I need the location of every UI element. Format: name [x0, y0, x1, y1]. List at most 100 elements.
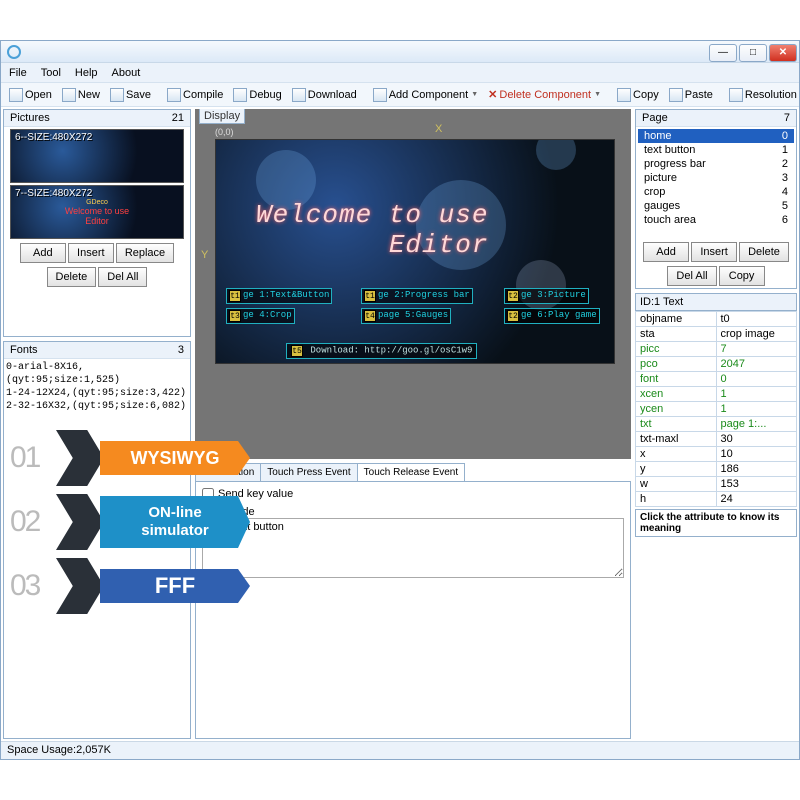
y-ruler: Y [201, 249, 208, 261]
feature-label: ON-linesimulator [100, 496, 250, 548]
page-item[interactable]: gauges5 [638, 199, 794, 213]
attribute-table[interactable]: objnamet0stacrop imagepicc7pco2047font0x… [635, 311, 797, 507]
font-item[interactable]: 0-arial-8X16,(qyt:95;size:1,525) [6, 361, 188, 387]
send-key-checkbox[interactable]: Send key value [202, 488, 624, 500]
menu-tool[interactable]: Tool [41, 67, 61, 79]
thumb-text: Editor [85, 216, 109, 226]
feature-number: 02 [10, 505, 62, 539]
page-list[interactable]: home0text button1progress bar2picture3cr… [636, 127, 796, 240]
debug-icon [233, 88, 247, 102]
paste-button[interactable]: Paste [665, 87, 717, 103]
new-button[interactable]: New [58, 87, 104, 103]
page-copy-button[interactable]: Copy [719, 266, 765, 286]
pictures-panel: Pictures21 6--SIZE:480X272 7--SIZE:480X2… [3, 109, 191, 337]
window-buttons: — □ ✕ [709, 42, 799, 62]
attribute-header: ID:1 Text [635, 293, 797, 311]
canvas-page-button[interactable]: t1ge 1:Text&Button [226, 288, 332, 304]
titlebar: — □ ✕ [1, 41, 799, 63]
resolution-button[interactable]: Resolution [725, 87, 799, 103]
close-button[interactable]: ✕ [769, 44, 797, 62]
add-component-button[interactable]: Add Component▼ [369, 87, 482, 103]
page-item[interactable]: crop4 [638, 185, 794, 199]
menu-about[interactable]: About [112, 67, 141, 79]
canvas-page-button[interactable]: t2ge 3:Picture [504, 288, 589, 304]
feature-label: FFF [100, 569, 250, 603]
pic-add-button[interactable]: Add [20, 243, 66, 263]
page-add-button[interactable]: Add [643, 242, 689, 262]
page-delete-button[interactable]: Delete [739, 242, 789, 262]
picture-thumb-7[interactable]: 7--SIZE:480X272 GDeco Welcome to use Edi… [10, 185, 184, 239]
delete-icon: ✕ [488, 88, 497, 101]
component-tag: t2 [507, 290, 519, 302]
page-count: 7 [784, 112, 790, 124]
attr-row[interactable]: picc7 [636, 342, 797, 357]
attr-row[interactable]: h24 [636, 492, 797, 507]
resolution-icon [729, 88, 743, 102]
page-insert-button[interactable]: Insert [691, 242, 737, 262]
center-column: Display (0,0) X Y Welcome to use Editor … [193, 107, 633, 741]
thumb-text: GDeco [86, 199, 108, 206]
menubar: File Tool Help About [1, 63, 799, 83]
copy-button[interactable]: Copy [613, 87, 663, 103]
arrow-icon [56, 558, 104, 614]
statusbar: Space Usage:2,057K [1, 741, 799, 759]
attr-row[interactable]: y186 [636, 462, 797, 477]
x-ruler: X [435, 123, 442, 135]
user-code-input[interactable]: page text button [202, 518, 624, 578]
copy-icon [617, 88, 631, 102]
pic-delall-button[interactable]: Del All [98, 267, 147, 287]
pic-delete-button[interactable]: Delete [47, 267, 97, 287]
attr-row[interactable]: ycen1 [636, 402, 797, 417]
font-item[interactable]: 1-24-12X24,(qyt:95;size:3,422) [6, 387, 188, 400]
attr-row[interactable]: objnamet0 [636, 312, 797, 327]
app-icon [7, 45, 21, 59]
attr-row[interactable]: pco2047 [636, 357, 797, 372]
page-item[interactable]: progress bar2 [638, 157, 794, 171]
attr-row[interactable]: font0 [636, 372, 797, 387]
page-item[interactable]: home0 [638, 129, 794, 143]
feature-overlay: 01 WYSIWYG 02 ON-linesimulator 03 FFF [10, 430, 250, 622]
tab-touch-press[interactable]: Touch Press Event [260, 463, 357, 481]
canvas-page-button[interactable]: t3ge 4:Crop [226, 308, 295, 324]
page-delall-button[interactable]: Del All [667, 266, 716, 286]
compile-button[interactable]: Compile [163, 87, 227, 103]
canvas-page-button[interactable]: t1ge 2:Progress bar [361, 288, 473, 304]
download-text[interactable]: t5 Download: http://goo.gl/osC1w9 [286, 343, 477, 359]
canvas-page-button[interactable]: t2ge 6:Play game [504, 308, 600, 324]
save-button[interactable]: Save [106, 87, 155, 103]
menu-file[interactable]: File [9, 67, 27, 79]
page-item[interactable]: text button1 [638, 143, 794, 157]
arrow-icon [56, 494, 104, 550]
pic-insert-button[interactable]: Insert [68, 243, 114, 263]
pictures-count: 21 [172, 112, 184, 124]
attr-row[interactable]: w153 [636, 477, 797, 492]
right-column: Page7 home0text button1progress bar2pict… [633, 107, 799, 741]
minimize-button[interactable]: — [709, 44, 737, 62]
attr-row[interactable]: txt-maxl30 [636, 432, 797, 447]
thumb-label: 7--SIZE:480X272 [15, 188, 92, 199]
font-item[interactable]: 2-32-16X32,(qyt:95;size:6,082) [6, 400, 188, 413]
attr-row[interactable]: txtpage 1:... [636, 417, 797, 432]
component-tag: t4 [364, 310, 376, 322]
debug-button[interactable]: Debug [229, 87, 285, 103]
maximize-button[interactable]: □ [739, 44, 767, 62]
delete-component-button[interactable]: ✕Delete Component▼ [484, 87, 605, 102]
page-item[interactable]: picture3 [638, 171, 794, 185]
download-button[interactable]: Download [288, 87, 361, 103]
file-new-icon [62, 88, 76, 102]
thumb-text: Welcome to use [65, 206, 129, 216]
attr-row[interactable]: stacrop image [636, 327, 797, 342]
menu-help[interactable]: Help [75, 67, 98, 79]
tab-touch-release[interactable]: Touch Release Event [357, 463, 466, 481]
attr-row[interactable]: xcen1 [636, 387, 797, 402]
compile-icon [167, 88, 181, 102]
pic-replace-button[interactable]: Replace [116, 243, 174, 263]
page-item[interactable]: touch area6 [638, 213, 794, 227]
canvas-page-button[interactable]: t4page 5:Gauges [361, 308, 451, 324]
display-canvas[interactable]: Display (0,0) X Y Welcome to use Editor … [195, 109, 631, 459]
attr-row[interactable]: x10 [636, 447, 797, 462]
picture-thumb-6[interactable]: 6--SIZE:480X272 [10, 129, 184, 183]
open-button[interactable]: Open [5, 87, 56, 103]
left-column: Pictures21 6--SIZE:480X272 7--SIZE:480X2… [1, 107, 193, 741]
component-tag: t1 [229, 290, 241, 302]
